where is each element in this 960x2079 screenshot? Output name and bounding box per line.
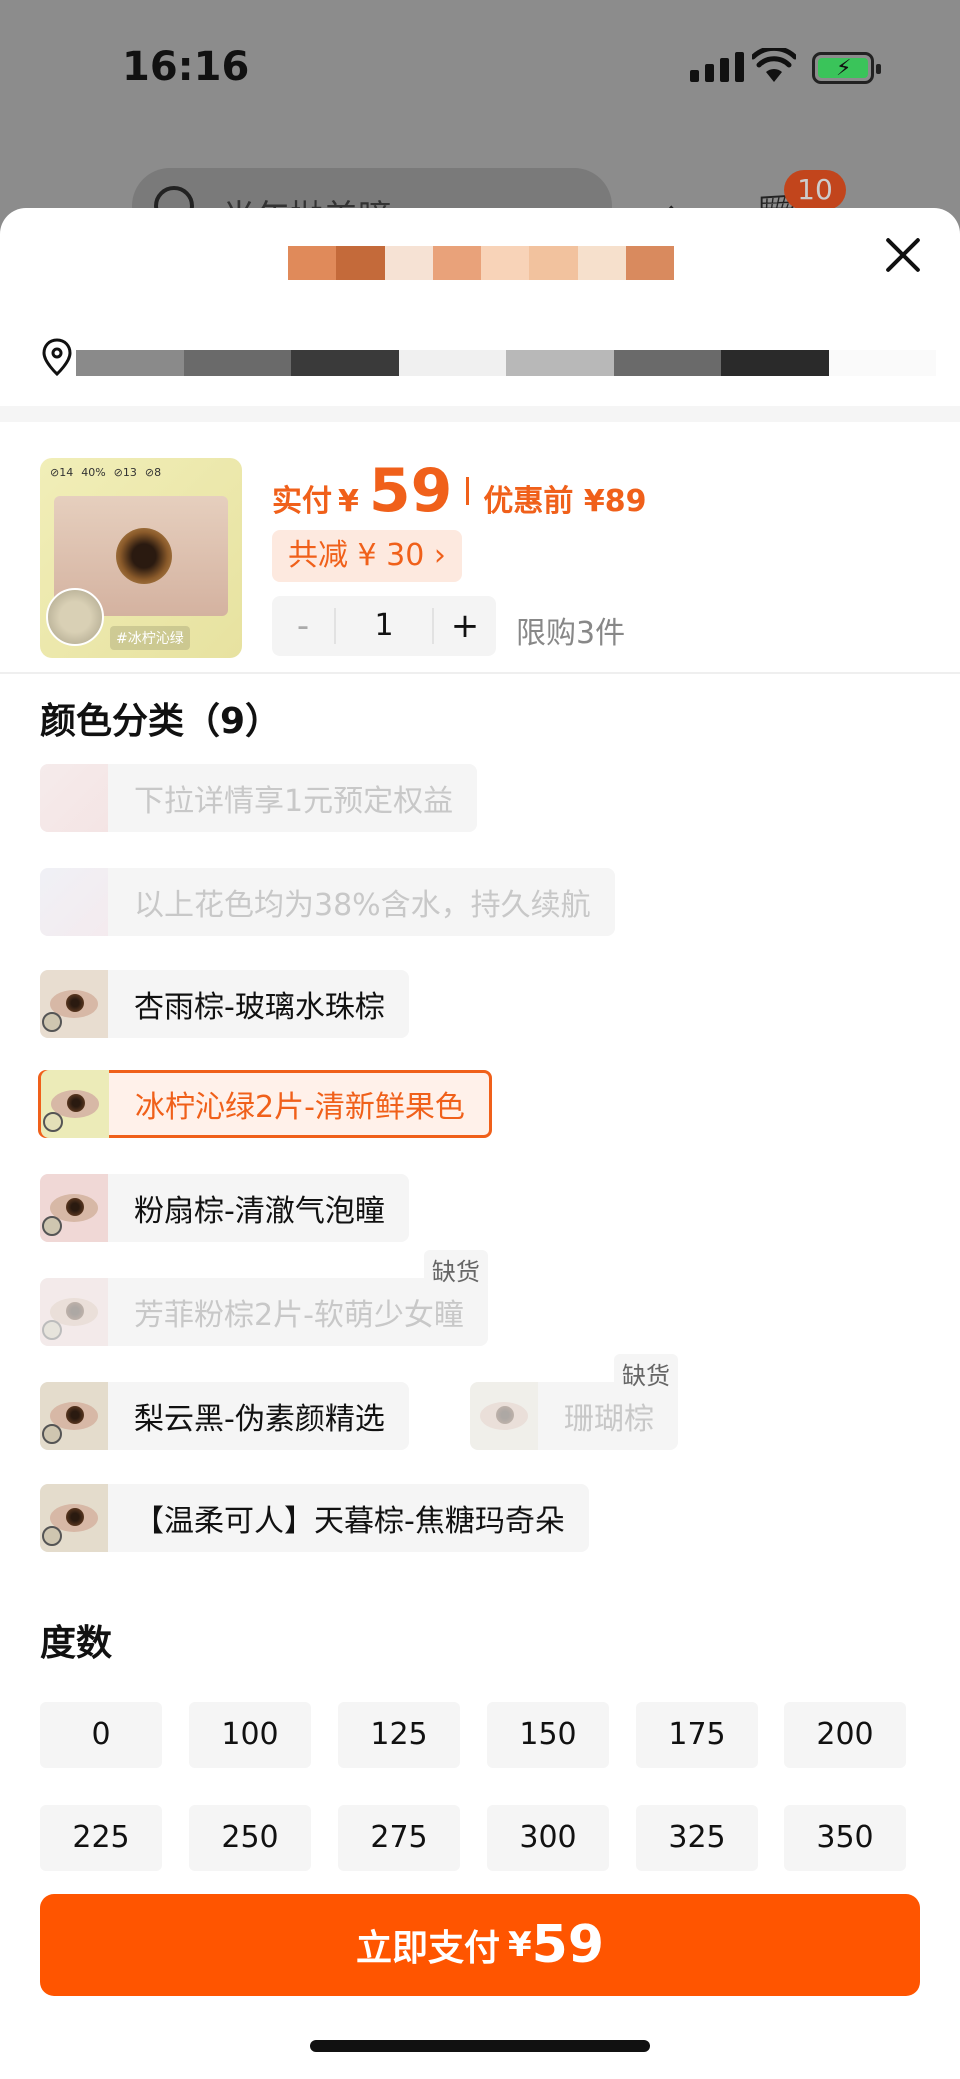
sheet-title-redacted	[288, 246, 674, 280]
pay-button-currency: ¥	[507, 1925, 532, 1965]
degree-option[interactable]: 350	[784, 1805, 906, 1871]
color-option-label: 【温柔可人】天暮棕-焦糖玛奇朵	[134, 1504, 565, 1539]
signal-icon	[690, 52, 744, 82]
color-option-thumb	[470, 1382, 538, 1450]
quantity-minus-button[interactable]: -	[272, 606, 334, 646]
quantity-value[interactable]: 1	[334, 608, 434, 644]
degree-option[interactable]: 325	[636, 1805, 758, 1871]
pay-button-amount: 59	[531, 1915, 605, 1975]
color-option[interactable]: 珊瑚棕 缺货	[470, 1354, 678, 1450]
quantity-plus-button[interactable]: +	[434, 606, 496, 646]
address-redacted	[76, 350, 936, 376]
battery-icon: ⚡	[812, 52, 881, 84]
pay-button-label: 立即支付	[355, 1928, 500, 1969]
color-option-thumb	[40, 970, 108, 1038]
degree-option[interactable]: 200	[784, 1702, 906, 1768]
discount-detail-button[interactable]: 共减 ¥ 30 ›	[272, 530, 462, 582]
color-option-label: 冰柠沁绿2片-清新鲜果色	[135, 1090, 465, 1125]
color-option[interactable]: 梨云黑-伪素颜精选	[40, 1382, 409, 1450]
color-option-thumb	[41, 1070, 109, 1138]
out-of-stock-badge: 缺货	[423, 1250, 488, 1289]
color-option[interactable]: 芳菲粉棕2片-软萌少女瞳 缺货	[40, 1250, 488, 1346]
color-section-title: 颜色分类（9）	[40, 701, 282, 742]
degree-option[interactable]: 125	[338, 1702, 460, 1768]
degree-option[interactable]: 175	[636, 1702, 758, 1768]
color-option-thumb	[40, 868, 108, 936]
color-option-thumb	[40, 1278, 108, 1346]
home-indicator[interactable]	[310, 2040, 650, 2052]
color-option-label: 梨云黑-伪素颜精选	[134, 1402, 385, 1437]
cart-badge: 10	[784, 170, 846, 210]
thin-divider	[0, 672, 960, 674]
quantity-stepper: - 1 +	[272, 596, 496, 656]
color-option-label: 珊瑚棕	[564, 1402, 654, 1437]
color-option-thumb	[40, 764, 108, 832]
color-option-label: 芳菲粉棕2片-软萌少女瞳	[134, 1298, 464, 1333]
price-currency: ¥	[338, 484, 359, 519]
color-option-selected[interactable]: 冰柠沁绿2片-清新鲜果色	[38, 1070, 492, 1138]
color-option-thumb	[40, 1382, 108, 1450]
color-option-thumb	[40, 1174, 108, 1242]
degree-option[interactable]: 225	[40, 1805, 162, 1871]
color-option[interactable]: 【温柔可人】天暮棕-焦糖玛奇朵	[40, 1484, 589, 1552]
color-option[interactable]: 粉扇棕-清澈气泡瞳	[40, 1174, 409, 1242]
address-row[interactable]	[42, 332, 936, 388]
sku-sheet: ⊘14 40% ⊘13 ⊘8 #冰柠沁绿 实付 ¥ 59 优惠前 ¥89 共减 ¥ 3…	[0, 208, 960, 2079]
price-amount: 59	[368, 456, 453, 526]
close-button[interactable]	[884, 236, 922, 274]
degree-option[interactable]: 150	[487, 1702, 609, 1768]
status-bar: 16:16 ⚡	[0, 0, 960, 140]
color-option-label: 粉扇棕-清澈气泡瞳	[134, 1194, 385, 1229]
degree-option[interactable]: 250	[189, 1805, 311, 1871]
color-option-label: 以上花色均为38%含水，持久续航	[134, 888, 591, 923]
price-label: 实付	[272, 484, 332, 519]
location-pin-icon	[42, 338, 72, 376]
color-option-label: 下拉详情享1元预定权益	[134, 784, 454, 819]
product-thumbnail[interactable]: ⊘14 40% ⊘13 ⊘8 #冰柠沁绿	[40, 458, 242, 658]
original-price: 优惠前 ¥89	[483, 484, 647, 519]
wifi-icon	[752, 48, 796, 82]
degree-option[interactable]: 300	[487, 1805, 609, 1871]
thumbnail-stats: ⊘14 40% ⊘13 ⊘8	[50, 466, 162, 479]
section-divider	[0, 406, 960, 422]
color-option[interactable]: 杏雨棕-玻璃水珠棕	[40, 970, 409, 1038]
color-option[interactable]: 下拉详情享1元预定权益	[40, 764, 478, 832]
color-option-thumb	[40, 1484, 108, 1552]
price-separator	[466, 477, 470, 505]
degree-option[interactable]: 0	[40, 1702, 162, 1768]
color-option[interactable]: 以上花色均为38%含水，持久续航	[40, 868, 615, 936]
pay-now-button[interactable]: 立即支付 ¥ 59	[40, 1894, 920, 1996]
thumbnail-caption: #冰柠沁绿	[110, 626, 190, 650]
degree-option[interactable]: 100	[189, 1702, 311, 1768]
out-of-stock-badge: 缺货	[614, 1354, 678, 1393]
thumbnail-lens-image	[46, 588, 104, 646]
degree-option[interactable]: 275	[338, 1805, 460, 1871]
color-option-label: 杏雨棕-玻璃水珠棕	[134, 990, 385, 1025]
status-time: 16:16	[122, 44, 250, 90]
degree-section-title: 度数	[40, 1623, 113, 1664]
price-line: 实付 ¥ 59 优惠前 ¥89	[272, 456, 646, 526]
purchase-limit: 限购3件	[516, 616, 626, 651]
